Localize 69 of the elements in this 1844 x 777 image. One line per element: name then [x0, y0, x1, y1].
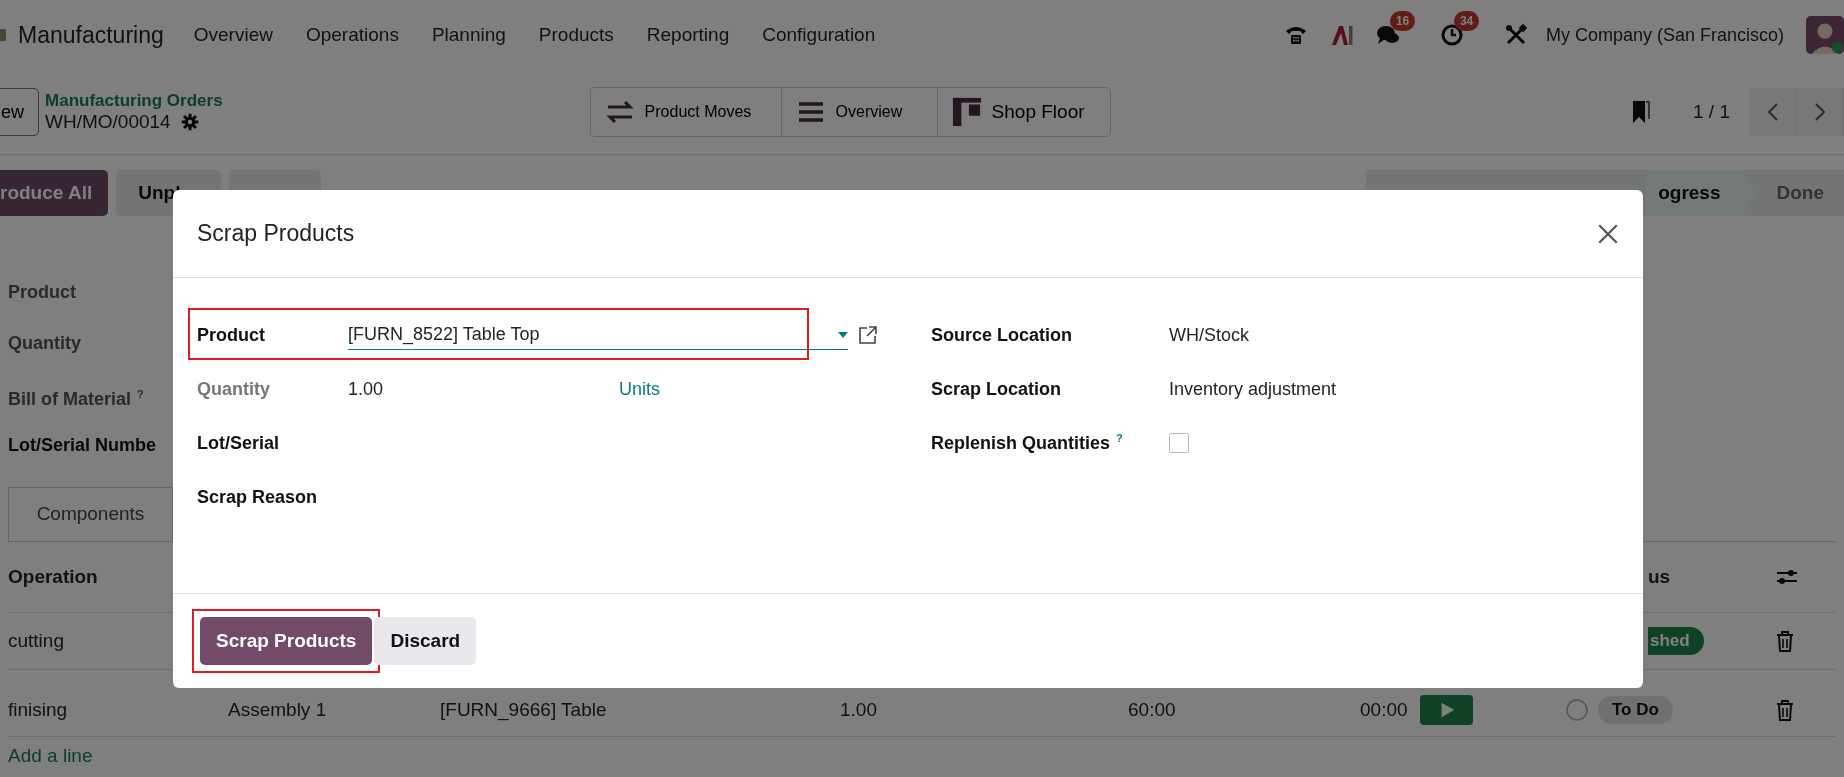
field-label: Scrap Reason [197, 486, 319, 508]
tab[interactable]: Components [8, 487, 173, 541]
dialog-title: Scrap Products [197, 220, 355, 247]
settings-icon[interactable] [1775, 567, 1799, 587]
company-switcher[interactable]: My Company (San Francisco) [1545, 24, 1784, 46]
menu-item[interactable]: Configuration [762, 24, 876, 46]
menu-item[interactable]: Reporting [646, 24, 730, 46]
field-label: Bill of Material $^{?}$ [8, 387, 144, 411]
status-badge: To Do [1598, 696, 1673, 724]
next-button[interactable] [1797, 88, 1844, 136]
quantity-field[interactable]: 1.00 [348, 378, 619, 400]
field-label: Product [8, 281, 76, 304]
table-cell-text: 60:00 [1128, 699, 1177, 721]
external-link-icon[interactable] [858, 325, 878, 345]
record-name: WH/MO/00014 [45, 111, 171, 133]
table-cell-text: Assembly 1 [228, 699, 328, 721]
user-avatar[interactable] [1806, 16, 1844, 54]
bookmark-icon[interactable] [1631, 99, 1651, 125]
swap-arrows-icon [604, 100, 635, 124]
dialog-button[interactable]: Discard [374, 617, 477, 665]
field-label: Product [197, 324, 266, 346]
field-label: Source Location [931, 324, 1074, 346]
table-cell-text: 00:00 [1360, 699, 1409, 721]
field-label: Replenish Quantities $^{?}$ [931, 432, 1124, 454]
layout-icon [951, 97, 982, 127]
trash-icon[interactable] [1775, 630, 1795, 652]
dialog-button[interactable]: Scrap Products [200, 617, 373, 665]
checkbox[interactable] [1169, 433, 1189, 453]
menu-item[interactable]: Planning [431, 24, 506, 46]
table-cell-text: finising [8, 699, 69, 721]
field-label: Quantity [8, 332, 81, 355]
status-badge: shed [1648, 627, 1704, 655]
menu-item[interactable]: Products [538, 24, 614, 46]
add-line-link[interactable]: Add a line [8, 745, 93, 767]
trash-icon[interactable] [1775, 699, 1795, 721]
chevron-left-icon [1767, 102, 1779, 122]
caret-icon[interactable] [838, 331, 848, 338]
product-field[interactable]: [FURN_8522] Table Top [348, 320, 848, 350]
field-label: Lot/Serial Numbe [8, 434, 157, 457]
radio-icon[interactable] [1565, 698, 1589, 722]
field-label: Quantity [197, 378, 271, 400]
chevron-right-icon [1814, 102, 1826, 122]
unit-link[interactable]: Units [619, 378, 660, 400]
chat-icon[interactable] [1375, 23, 1400, 47]
play-button[interactable] [1420, 695, 1473, 725]
breadcrumb-link[interactable]: Manufacturing Orders [45, 91, 223, 111]
menu-item[interactable]: Operations [305, 24, 399, 46]
smart-button[interactable]: Product Moves [590, 88, 782, 136]
field-value: WH/Stock [1169, 324, 1249, 346]
field-label: Lot/Serial [197, 432, 281, 454]
activity-count-badge: 34 [1453, 11, 1480, 31]
status-step[interactable]: ogress [1646, 170, 1757, 216]
previous-button[interactable] [1750, 88, 1797, 136]
message-count-badge: 16 [1389, 11, 1416, 31]
pager-value: 1 / 1 [1693, 101, 1730, 123]
gear-icon[interactable] [180, 113, 199, 131]
app-name[interactable]: Manufacturing [18, 21, 164, 49]
new-button[interactable]: ew [0, 88, 39, 136]
tools-icon[interactable] [1503, 23, 1528, 47]
field-label: Scrap Location [931, 378, 1063, 400]
ai-icon[interactable] [1329, 23, 1354, 47]
menu-item[interactable]: Overview [193, 24, 273, 46]
table-cell-text: [FURN_9666] Table [440, 699, 608, 721]
action-button[interactable]: roduce All [0, 170, 109, 216]
status-step[interactable]: Done [1756, 170, 1844, 216]
clock-icon[interactable] [1439, 23, 1464, 47]
table-cell-text: 1.00 [840, 699, 878, 721]
close-icon[interactable] [1597, 222, 1619, 245]
field-value: Inventory adjustment [1169, 378, 1337, 400]
